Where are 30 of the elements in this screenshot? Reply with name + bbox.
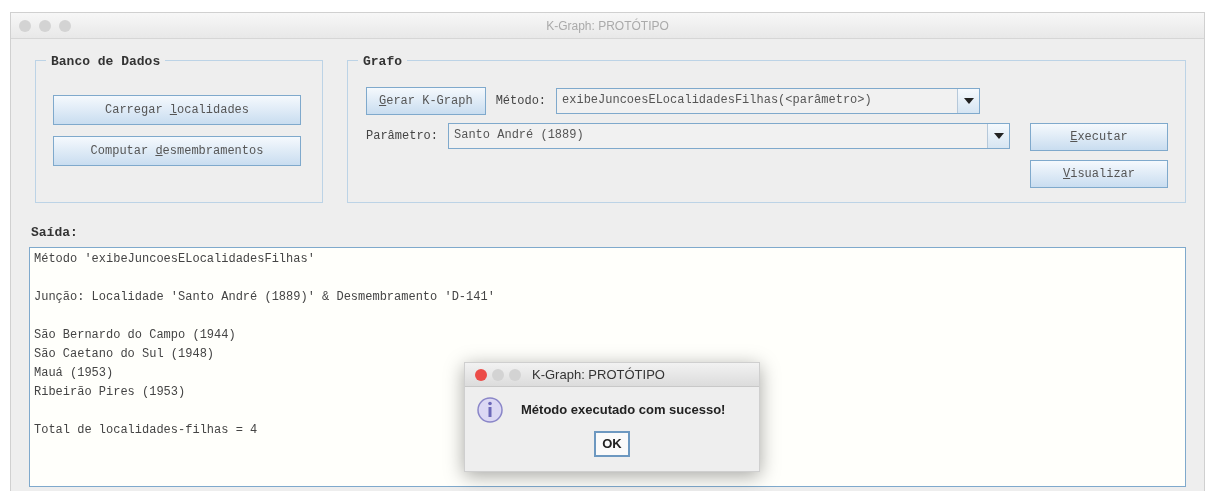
- action-button[interactable]: Executar: [1030, 123, 1168, 151]
- output-label: Saída:: [31, 225, 78, 240]
- close-icon[interactable]: [19, 19, 31, 32]
- method-label: Método:: [495, 93, 547, 110]
- output-line: Mauá (1953): [34, 364, 114, 382]
- output-line: Total de localidades-filhas = 4: [34, 421, 258, 439]
- caret-icon: [963, 98, 974, 104]
- action-button[interactable]: Computar desmembramentos: [53, 136, 301, 166]
- minimize-icon: [492, 368, 504, 381]
- parameter-label: Parâmetro:: [366, 128, 438, 145]
- minimize-icon[interactable]: [39, 19, 51, 32]
- method-dropdown[interactable]: exibeJuncoesELocalidadesFilhas(<parâmetro>): [556, 88, 981, 114]
- info-icon: [477, 397, 503, 423]
- close-icon[interactable]: [475, 368, 487, 381]
- ok-button[interactable]: OK: [594, 431, 630, 457]
- action-button[interactable]: Carregar localidades: [53, 95, 301, 125]
- dialog-title: K-Graph: PROTÓTIPO: [532, 365, 665, 384]
- dialog-message: Método executado com sucesso!: [521, 401, 726, 420]
- action-button[interactable]: Visualizar: [1030, 160, 1168, 188]
- generate-button[interactable]: Gerar K-Graph: [366, 87, 486, 115]
- output-line: Junção: Localidade 'Santo André (1889)' & Desmembramento 'D-141': [34, 288, 495, 306]
- caret-icon: [993, 133, 1004, 139]
- parameter-dropdown[interactable]: Santo André (1889): [448, 123, 1010, 149]
- output-line: São Caetano do Sul (1948): [34, 345, 215, 363]
- output-line: São Bernardo do Campo (1944): [34, 326, 236, 344]
- zoom-icon[interactable]: [59, 19, 71, 32]
- output-line: Método 'exibeJuncoesELocalidadesFilhas': [34, 250, 315, 268]
- output-line: Ribeirão Pires (1953): [34, 383, 186, 401]
- window-title: K-Graph: PROTÓTIPO: [546, 17, 669, 35]
- zoom-icon: [509, 368, 521, 381]
